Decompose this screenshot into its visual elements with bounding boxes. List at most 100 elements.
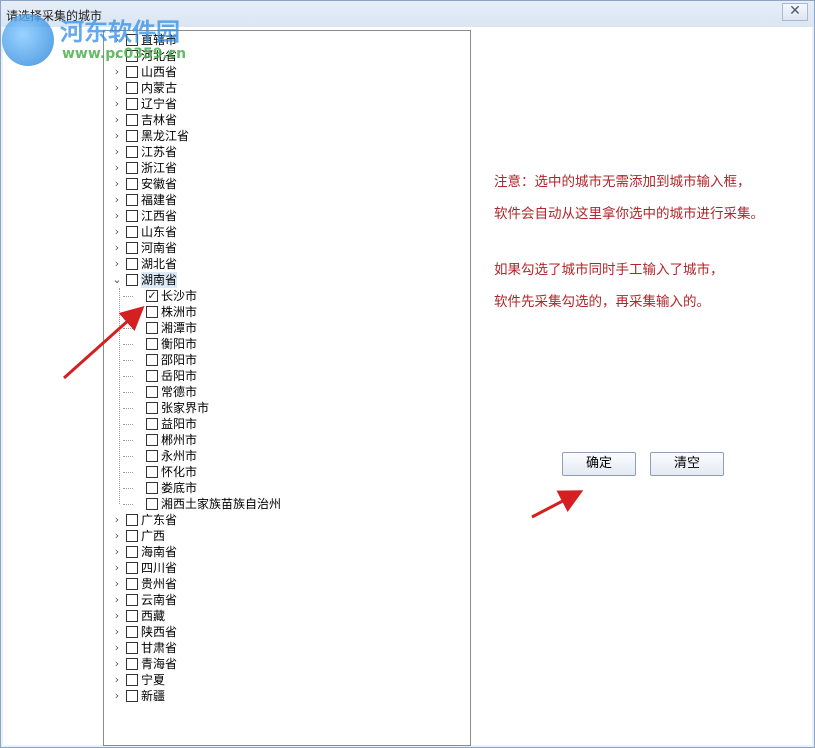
tree-checkbox[interactable] xyxy=(126,594,138,606)
tree-checkbox[interactable] xyxy=(126,242,138,254)
chevron-right-icon[interactable]: › xyxy=(112,176,122,192)
chevron-right-icon[interactable]: › xyxy=(112,656,122,672)
tree-checkbox[interactable] xyxy=(126,690,138,702)
chevron-right-icon[interactable]: › xyxy=(112,96,122,112)
tree-checkbox[interactable] xyxy=(146,354,158,366)
tree-checkbox[interactable] xyxy=(126,98,138,110)
tree-checkbox[interactable] xyxy=(126,562,138,574)
chevron-down-icon[interactable]: ⌄ xyxy=(112,272,122,288)
chevron-right-icon[interactable]: › xyxy=(112,512,122,528)
tree-item-province[interactable]: › 安徽省 xyxy=(104,176,470,192)
tree-item-city[interactable]: 株洲市 xyxy=(104,304,470,320)
tree-item-province[interactable]: › 河南省 xyxy=(104,240,470,256)
chevron-right-icon[interactable]: › xyxy=(112,688,122,704)
tree-item-city[interactable]: 张家界市 xyxy=(104,400,470,416)
tree-checkbox[interactable] xyxy=(146,450,158,462)
tree-checkbox[interactable] xyxy=(126,194,138,206)
tree-checkbox[interactable] xyxy=(126,642,138,654)
tree-checkbox[interactable] xyxy=(126,210,138,222)
clear-button[interactable]: 清空 xyxy=(650,452,724,476)
tree-item-province[interactable]: › 河北省 xyxy=(104,48,470,64)
tree-checkbox[interactable] xyxy=(126,626,138,638)
tree-checkbox[interactable] xyxy=(146,402,158,414)
tree-checkbox[interactable] xyxy=(146,306,158,318)
tree-item-province[interactable]: › 山西省 xyxy=(104,64,470,80)
tree-item-city[interactable]: 常德市 xyxy=(104,384,470,400)
chevron-right-icon[interactable]: › xyxy=(112,160,122,176)
chevron-right-icon[interactable]: › xyxy=(112,624,122,640)
tree-checkbox[interactable] xyxy=(126,50,138,62)
tree-item-province[interactable]: › 浙江省 xyxy=(104,160,470,176)
tree-checkbox[interactable] xyxy=(126,258,138,270)
tree-checkbox[interactable] xyxy=(146,434,158,446)
tree-item-province[interactable]: › 云南省 xyxy=(104,592,470,608)
tree-checkbox[interactable] xyxy=(126,162,138,174)
chevron-right-icon[interactable]: › xyxy=(112,672,122,688)
tree-checkbox[interactable] xyxy=(126,226,138,238)
tree-item-city[interactable]: 郴州市 xyxy=(104,432,470,448)
chevron-right-icon[interactable]: › xyxy=(112,240,122,256)
tree-checkbox[interactable] xyxy=(146,498,158,510)
chevron-right-icon[interactable]: › xyxy=(112,208,122,224)
tree-checkbox[interactable] xyxy=(146,322,158,334)
tree-checkbox[interactable] xyxy=(126,658,138,670)
chevron-right-icon[interactable]: › xyxy=(112,224,122,240)
tree-checkbox[interactable] xyxy=(126,34,138,46)
tree-checkbox[interactable] xyxy=(146,386,158,398)
chevron-right-icon[interactable]: › xyxy=(112,576,122,592)
tree-checkbox[interactable] xyxy=(126,530,138,542)
tree-item-city[interactable]: 永州市 xyxy=(104,448,470,464)
tree-item-city[interactable]: 岳阳市 xyxy=(104,368,470,384)
tree-item-province[interactable]: › 贵州省 xyxy=(104,576,470,592)
chevron-right-icon[interactable]: › xyxy=(112,48,122,64)
chevron-right-icon[interactable]: › xyxy=(112,560,122,576)
tree-checkbox[interactable] xyxy=(146,482,158,494)
tree-checkbox[interactable] xyxy=(126,274,138,286)
tree-item-city[interactable]: 娄底市 xyxy=(104,480,470,496)
tree-item-province-expanded[interactable]: ⌄ 湖南省 xyxy=(104,272,470,288)
tree-item-province[interactable]: › 新疆 xyxy=(104,688,470,704)
tree-checkbox[interactable] xyxy=(126,114,138,126)
tree-checkbox[interactable] xyxy=(126,66,138,78)
tree-checkbox[interactable] xyxy=(126,610,138,622)
tree-checkbox[interactable] xyxy=(126,82,138,94)
tree-item-province[interactable]: › 直辖市 xyxy=(104,32,470,48)
tree-item-province[interactable]: › 内蒙古 xyxy=(104,80,470,96)
tree-checkbox[interactable] xyxy=(146,418,158,430)
tree-item-province[interactable]: › 四川省 xyxy=(104,560,470,576)
tree-item-province[interactable]: › 吉林省 xyxy=(104,112,470,128)
tree-checkbox[interactable] xyxy=(126,546,138,558)
tree-item-province[interactable]: › 江西省 xyxy=(104,208,470,224)
chevron-right-icon[interactable]: › xyxy=(112,80,122,96)
tree-item-province[interactable]: › 江苏省 xyxy=(104,144,470,160)
tree-checkbox[interactable] xyxy=(146,338,158,350)
tree-checkbox[interactable] xyxy=(146,370,158,382)
tree-checkbox[interactable] xyxy=(126,578,138,590)
chevron-right-icon[interactable]: › xyxy=(112,192,122,208)
chevron-right-icon[interactable]: › xyxy=(112,128,122,144)
tree-item-province[interactable]: › 湖北省 xyxy=(104,256,470,272)
city-tree[interactable]: › 直辖市 › 河北省 › 山西省 › 内蒙古 › 辽宁省 › 吉林省 › 黑龙江省 › 江苏省 › 浙江省 › 安徽… xyxy=(103,30,471,746)
tree-item-province[interactable]: › 福建省 xyxy=(104,192,470,208)
tree-item-city[interactable]: 怀化市 xyxy=(104,464,470,480)
tree-item-province[interactable]: › 广东省 xyxy=(104,512,470,528)
tree-item-province[interactable]: › 西藏 xyxy=(104,608,470,624)
tree-item-province[interactable]: › 陕西省 xyxy=(104,624,470,640)
tree-item-province[interactable]: › 甘肃省 xyxy=(104,640,470,656)
tree-item-city[interactable]: 湘潭市 xyxy=(104,320,470,336)
chevron-right-icon[interactable]: › xyxy=(112,256,122,272)
tree-item-province[interactable]: › 广西 xyxy=(104,528,470,544)
tree-item-province[interactable]: › 宁夏 xyxy=(104,672,470,688)
tree-checkbox[interactable] xyxy=(146,466,158,478)
confirm-button[interactable]: 确定 xyxy=(562,452,636,476)
chevron-right-icon[interactable]: › xyxy=(112,528,122,544)
tree-item-city[interactable]: 衡阳市 xyxy=(104,336,470,352)
chevron-right-icon[interactable]: › xyxy=(112,640,122,656)
chevron-right-icon[interactable]: › xyxy=(112,112,122,128)
tree-checkbox[interactable] xyxy=(126,514,138,526)
chevron-right-icon[interactable]: › xyxy=(112,544,122,560)
tree-checkbox[interactable] xyxy=(126,674,138,686)
tree-item-province[interactable]: › 海南省 xyxy=(104,544,470,560)
tree-item-province[interactable]: › 黑龙江省 xyxy=(104,128,470,144)
tree-checkbox[interactable] xyxy=(126,130,138,142)
